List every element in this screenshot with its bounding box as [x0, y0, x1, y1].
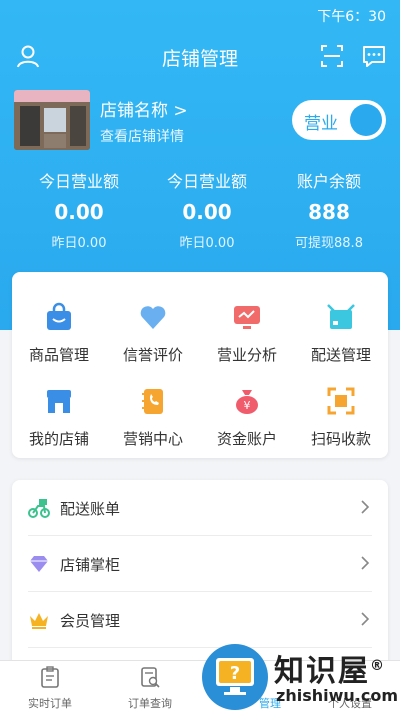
- crown-icon: [30, 613, 48, 629]
- chevron-right-icon: [361, 612, 370, 626]
- grid-item-label: 资金账户: [216, 430, 277, 448]
- heart-icon: [140, 306, 166, 329]
- grid-item-scan-payment[interactable]: 扫码收款: [294, 366, 388, 448]
- tab-label: 订单查询: [128, 697, 172, 710]
- stat-sub: 昨日0.00: [51, 236, 107, 251]
- scooter-icon: [28, 499, 50, 518]
- stat-label: 账户余额: [296, 172, 361, 191]
- function-grid: 商品管理 信誉评价 营业分析 配送管理 我的店铺 营销中心 ¥ 资金账户 扫码收…: [12, 272, 388, 458]
- shopping-bag-icon: [47, 302, 71, 330]
- open-status-toggle[interactable]: 营业: [292, 100, 386, 140]
- grid-item-label: 营业分析: [216, 346, 277, 364]
- order-search-icon: [141, 667, 160, 688]
- list-item-store-keeper[interactable]: 店铺掌柜: [12, 536, 388, 592]
- list-item-label: 会员管理: [60, 612, 121, 630]
- shop-photo[interactable]: [14, 90, 90, 150]
- watermark-logo: ?: [202, 644, 268, 710]
- shop-name[interactable]: 店铺名称 >: [100, 96, 188, 121]
- svg-text:?: ?: [230, 663, 240, 684]
- grid-item-marketing-center[interactable]: 营销中心: [106, 366, 200, 448]
- stat-today-revenue[interactable]: 今日营业额 0.00 昨日0.00: [14, 168, 144, 251]
- top-bar: 店铺管理: [0, 38, 400, 74]
- toggle-knob: [350, 104, 382, 136]
- stat-account-balance[interactable]: 账户余额 888 可提现88.8: [264, 168, 394, 251]
- stat-value: 0.00: [54, 200, 104, 224]
- stat-sub: 可提现88.8: [295, 236, 363, 251]
- grid-item-label: 信誉评价: [122, 346, 183, 364]
- chevron-right-icon: [361, 556, 370, 570]
- monitor-chart-icon: [234, 306, 260, 329]
- grid-item-business-analysis[interactable]: 营业分析: [200, 282, 294, 364]
- help-monitor-icon: ?: [216, 658, 254, 695]
- stat-today-revenue-2[interactable]: 今日营业额 0.00 昨日0.00: [142, 168, 272, 251]
- stat-value: 0.00: [182, 200, 232, 224]
- shop-info: 店铺名称 > 查看店铺详情 营业: [14, 90, 386, 152]
- grid-item-label: 我的店铺: [28, 430, 89, 448]
- grid-item-label: 商品管理: [28, 346, 89, 364]
- storefront-icon: [47, 390, 71, 413]
- stat-label: 今日营业额: [38, 172, 119, 191]
- stat-label: 今日营业额: [166, 172, 247, 191]
- diamond-icon: [30, 556, 48, 572]
- grid-item-product-management[interactable]: 商品管理: [12, 282, 106, 364]
- phone-book-icon: [142, 389, 163, 414]
- stat-value: 888: [308, 200, 350, 224]
- list-item-delivery-bill[interactable]: 配送账单: [12, 480, 388, 536]
- storefront-photo-icon: [14, 90, 90, 150]
- chevron-right-icon: [361, 500, 370, 514]
- scan-frame-icon[interactable]: [318, 42, 346, 70]
- stat-sub: 昨日0.00: [179, 236, 235, 251]
- watermark: ? 知识屋® zhishiwu.com: [202, 640, 400, 711]
- svg-text:¥: ¥: [244, 399, 251, 412]
- message-icon[interactable]: [360, 42, 388, 70]
- shop-detail-link[interactable]: 查看店铺详情: [100, 126, 184, 146]
- clipboard-icon: [41, 666, 59, 688]
- stats-row: 今日营业额 0.00 昨日0.00 今日营业额 0.00 昨日0.00 账户余额…: [0, 168, 400, 258]
- grid-item-label: 扫码收款: [310, 430, 371, 448]
- grid-item-reputation[interactable]: 信誉评价: [106, 282, 200, 364]
- grid-item-delivery-management[interactable]: 配送管理: [294, 282, 388, 364]
- status-time: 下午6：30: [317, 9, 386, 25]
- tab-realtime-orders[interactable]: 实时订单: [0, 661, 100, 711]
- scan-icon: [327, 387, 355, 415]
- grid-item-label: 营销中心: [122, 430, 183, 448]
- grid-item-my-store[interactable]: 我的店铺: [12, 366, 106, 448]
- tab-order-query[interactable]: 订单查询: [100, 661, 200, 711]
- toggle-label: 营业: [304, 114, 338, 134]
- money-bag-icon: ¥: [236, 390, 258, 414]
- list-item-label: 配送账单: [60, 500, 121, 518]
- box-icon: [327, 304, 355, 329]
- watermark-text: 知识屋®: [274, 654, 386, 689]
- grid-item-label: 配送管理: [310, 346, 371, 364]
- grid-item-fund-account[interactable]: ¥ 资金账户: [200, 366, 294, 448]
- watermark-url: zhishiwu.com: [276, 686, 398, 705]
- list-item-label: 店铺掌柜: [60, 556, 121, 574]
- tab-label: 实时订单: [28, 697, 72, 710]
